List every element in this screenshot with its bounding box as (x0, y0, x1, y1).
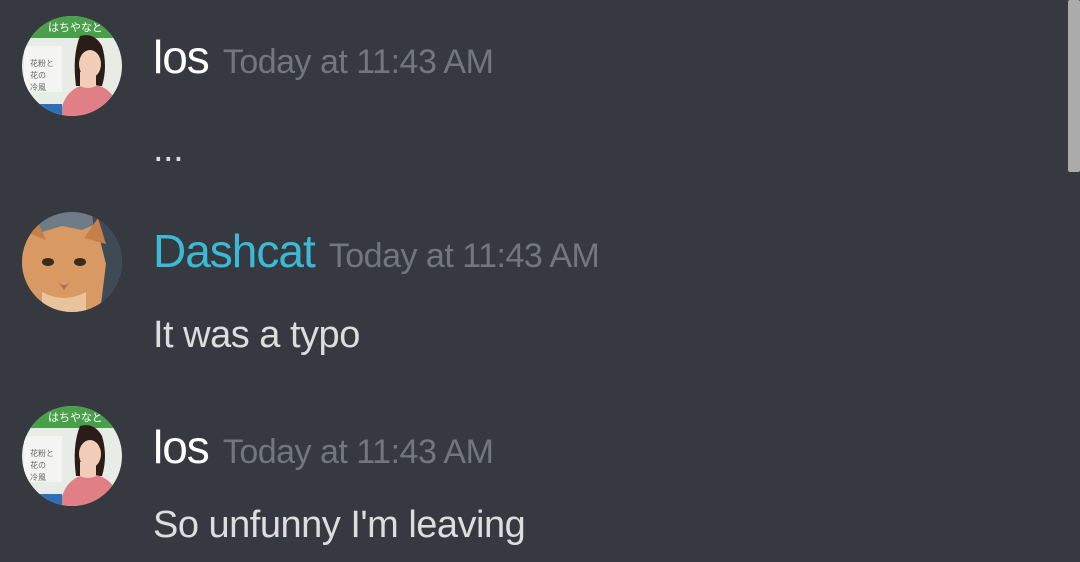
user-avatar-dashcat[interactable] (22, 212, 122, 312)
user-avatar-los[interactable]: はちやなど 花粉と 花の 冷風 (22, 406, 122, 506)
message-author[interactable]: los (153, 31, 210, 83)
user-avatar-los[interactable]: はちやなど 花粉と 花の 冷風 (22, 16, 122, 116)
svg-text:花の: 花の (30, 460, 46, 470)
woman-tv-avatar-icon: はちやなど 花粉と 花の 冷風 (22, 406, 122, 506)
message-item[interactable]: Dashcat Today at 11:43 AM It was a typo (0, 200, 1060, 400)
message-item[interactable]: はちやなど 花粉と 花の 冷風 los Today at 11:43 AM ... (0, 0, 1060, 200)
message-author[interactable]: los (153, 421, 210, 473)
message-timestamp: Today at 11:43 AM (222, 433, 494, 471)
woman-tv-avatar-icon: はちやなど 花粉と 花の 冷風 (22, 16, 122, 116)
svg-text:花の: 花の (30, 70, 46, 80)
message-text: It was a typo (153, 314, 360, 356)
svg-text:冷風: 冷風 (30, 472, 46, 482)
svg-text:花粉と: 花粉と (30, 58, 54, 68)
message-item[interactable]: はちやなど 花粉と 花の 冷風 los Today at 11:43 AM So … (0, 400, 1060, 562)
message-author[interactable]: Dashcat (153, 225, 316, 277)
message-timestamp: Today at 11:43 AM (222, 43, 494, 81)
message-text: ... (153, 128, 184, 170)
svg-text:はちやなど: はちやなど (48, 21, 103, 34)
chat-messages-pane: はちやなど 花粉と 花の 冷風 los Today at 11:43 AM ... (0, 0, 1080, 562)
svg-text:冷風: 冷風 (30, 82, 46, 92)
svg-text:はちやなど: はちやなど (48, 411, 103, 424)
scrollbar-thumb[interactable] (1068, 0, 1080, 172)
orange-cat-avatar-icon (22, 212, 122, 312)
message-text: So unfunny I'm leaving (153, 504, 526, 546)
message-timestamp: Today at 11:43 AM (328, 237, 600, 275)
svg-text:花粉と: 花粉と (30, 448, 54, 458)
